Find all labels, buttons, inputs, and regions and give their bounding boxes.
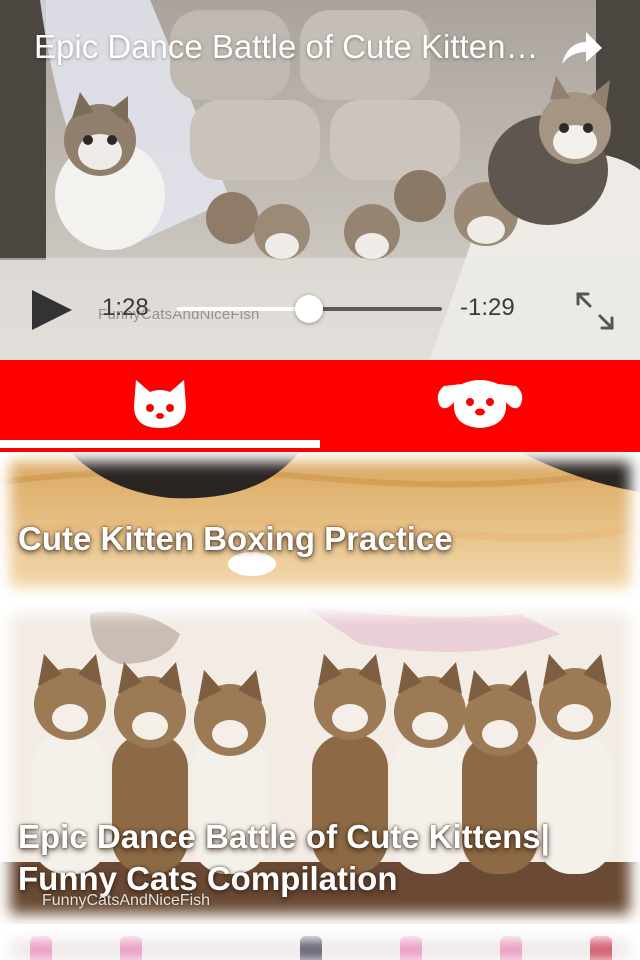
share-arrow-icon[interactable] xyxy=(558,30,604,68)
seek-slider[interactable] xyxy=(176,295,442,323)
seek-thumb[interactable] xyxy=(295,295,323,323)
seek-progress xyxy=(176,307,309,311)
video-thumbnail xyxy=(0,930,640,960)
video-player[interactable]: Epic Dance Battle of Cute Kittens| Funny… xyxy=(0,0,640,360)
video-card-title-line-1: Epic Dance Battle of Cute Kittens| xyxy=(18,818,550,855)
video-card[interactable] xyxy=(0,930,640,960)
channel-watermark: FunnyCatsAndNiceFish xyxy=(42,892,211,909)
dog-face-icon xyxy=(436,378,524,435)
play-icon[interactable] xyxy=(30,288,74,332)
video-card-title: Cute Kitten Boxing Practice xyxy=(18,520,453,557)
tab-dogs[interactable] xyxy=(320,360,640,452)
video-title: Epic Dance Battle of Cute Kittens| Funny… xyxy=(34,28,544,65)
video-list[interactable]: Cute Kitten Boxing Practice Epic Dance B… xyxy=(0,452,640,960)
expand-arrows-icon[interactable] xyxy=(572,288,618,334)
selected-tab-indicator xyxy=(0,440,320,448)
tab-cats[interactable] xyxy=(0,360,320,452)
video-card[interactable]: Epic Dance Battle of Cute Kittens| Funny… xyxy=(0,604,640,924)
elapsed-time: 1:28 xyxy=(102,294,149,321)
remaining-time: -1:29 xyxy=(460,294,515,321)
category-tab-bar xyxy=(0,360,640,452)
playback-controls: FunnyCatsAndNiceFish 1:28 -1:29 xyxy=(0,258,640,360)
cat-face-icon xyxy=(130,378,190,435)
video-card[interactable]: Cute Kitten Boxing Practice xyxy=(0,452,640,598)
